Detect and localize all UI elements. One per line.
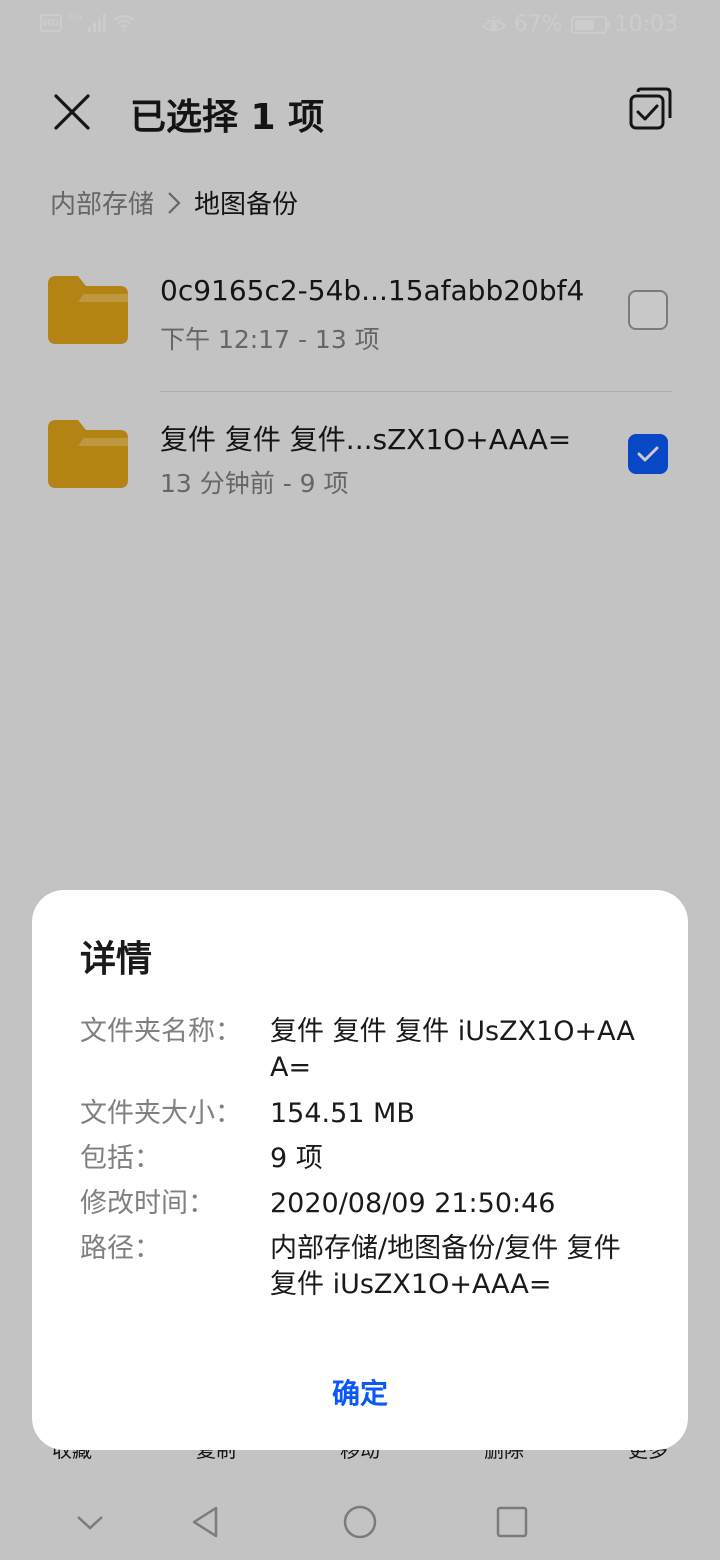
detail-value: 复件 复件 复件 iUsZX1O+AAA= bbox=[270, 1016, 635, 1083]
detail-label: 修改时间： bbox=[80, 1188, 215, 1219]
detail-label: 路径： bbox=[80, 1233, 161, 1264]
detail-row-contains: 包括： 9 项 bbox=[80, 1141, 650, 1181]
detail-label: 文件夹名称： bbox=[80, 1016, 242, 1047]
detail-row-path: 路径： 内部存储/地图备份/复件 复件 复件 iUsZX1O+AAA= bbox=[80, 1231, 650, 1311]
detail-value: 内部存储/地图备份/复件 复件 复件 iUsZX1O+AAA= bbox=[270, 1233, 621, 1300]
dialog-title: 详情 bbox=[80, 939, 153, 980]
confirm-button[interactable]: 确定 bbox=[32, 1372, 688, 1412]
detail-value: 2020/08/09 21:50:46 bbox=[270, 1188, 556, 1219]
detail-label: 包括： bbox=[80, 1143, 161, 1174]
details-dialog: 详情 文件夹名称： 复件 复件 复件 iUsZX1O+AAA= 文件夹大小： 1… bbox=[32, 890, 688, 1450]
detail-value: 9 项 bbox=[270, 1143, 323, 1174]
detail-label: 文件夹大小： bbox=[80, 1098, 242, 1129]
detail-row-size: 文件夹大小： 154.51 MB bbox=[80, 1096, 650, 1136]
detail-row-name: 文件夹名称： 复件 复件 复件 iUsZX1O+AAA= bbox=[80, 1014, 650, 1094]
detail-row-modified: 修改时间： 2020/08/09 21:50:46 bbox=[80, 1186, 650, 1226]
detail-value: 154.51 MB bbox=[270, 1098, 415, 1129]
